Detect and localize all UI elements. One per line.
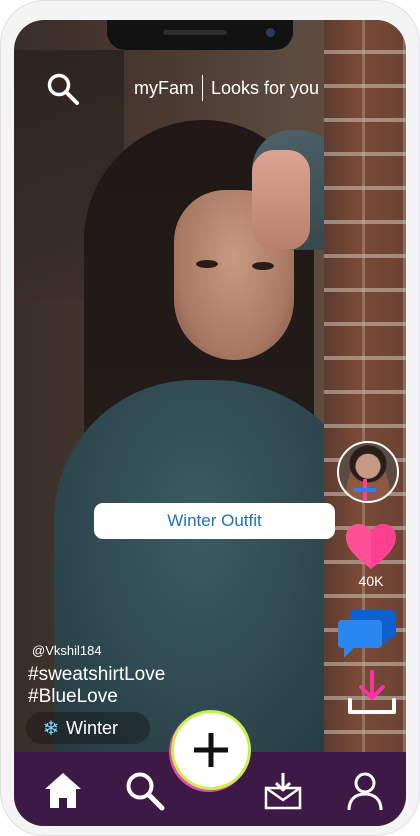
download-icon[interactable] (346, 670, 398, 716)
hashtag[interactable]: #sweatshirtLove (28, 664, 165, 686)
search-icon[interactable] (124, 770, 166, 812)
section-title[interactable]: Looks for you (211, 78, 319, 99)
like-count: 40K (358, 573, 384, 589)
phone-notch (107, 20, 293, 50)
top-title: myFam Looks for you (134, 74, 319, 102)
add-post-button[interactable] (174, 713, 248, 787)
photo-eye (252, 262, 274, 270)
season-chip[interactable]: ❄ Winter (26, 712, 150, 744)
snowflake-icon: ❄ (42, 717, 60, 740)
season-label: Winter (66, 717, 119, 738)
username[interactable]: @Vkshil184 (32, 643, 102, 658)
photo-hand (252, 150, 310, 250)
follow-plus-icon[interactable] (352, 477, 378, 503)
inbox-icon[interactable] (262, 770, 304, 812)
creator-avatar-button[interactable] (337, 441, 399, 503)
hashtag[interactable]: #BlueLove (28, 686, 118, 708)
app-name[interactable]: myFam (134, 78, 194, 99)
photo-eye (196, 260, 218, 268)
comment-icon[interactable] (336, 606, 398, 662)
search-icon[interactable] (46, 72, 80, 106)
title-divider (202, 75, 203, 101)
add-icon (194, 733, 228, 767)
heart-icon[interactable] (344, 522, 398, 572)
speaker-grille (163, 30, 227, 35)
profile-icon[interactable] (344, 770, 386, 812)
front-camera (266, 28, 275, 37)
outfit-tag[interactable]: Winter Outfit (94, 503, 335, 539)
home-icon[interactable] (42, 770, 84, 812)
